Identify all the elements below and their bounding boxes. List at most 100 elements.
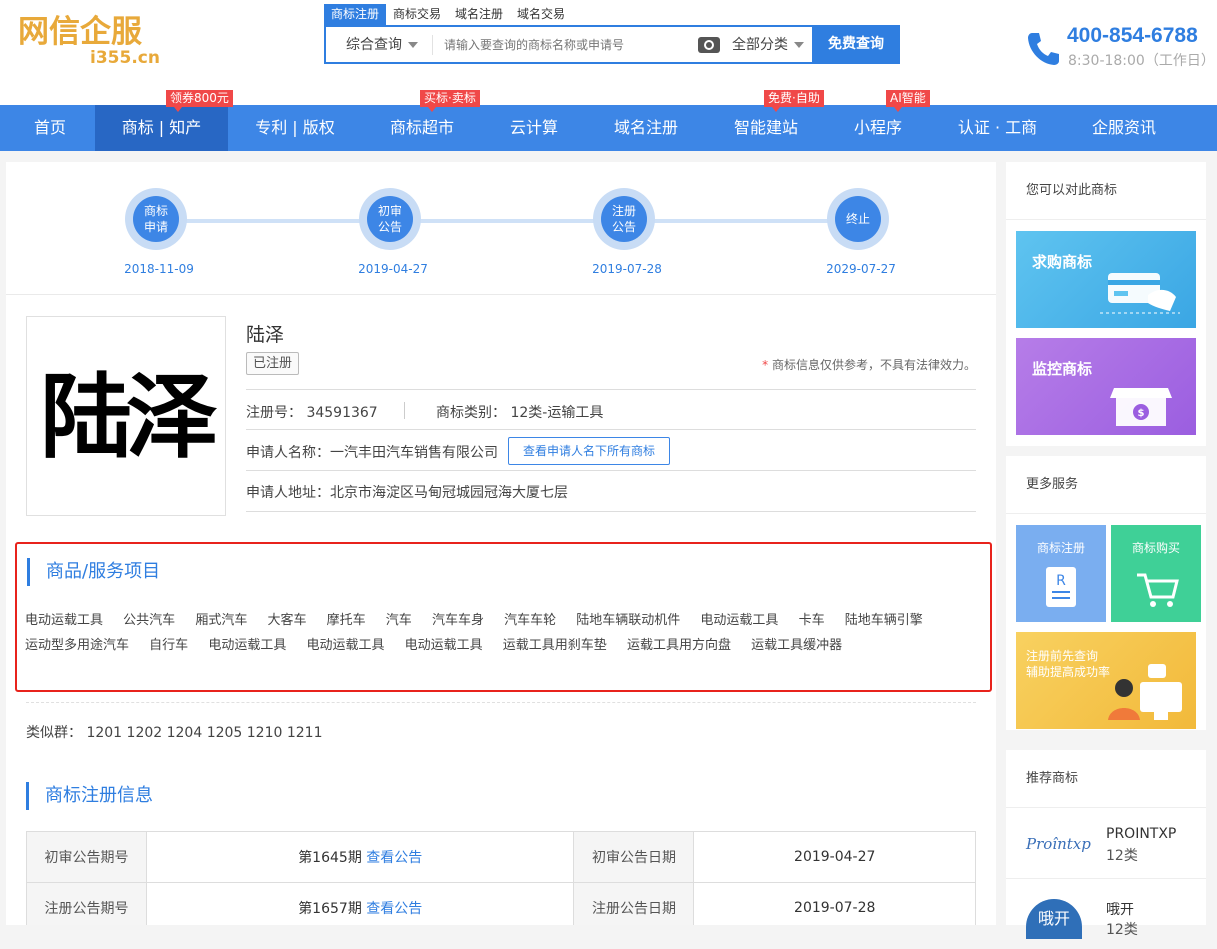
badge-free: 免费·自助 [764, 90, 824, 112]
query-first-banner[interactable]: 注册前先查询 辅助提高成功率 [1016, 632, 1196, 729]
goods-item: 汽车车身 [431, 613, 484, 628]
card-payment-icon [1100, 273, 1180, 314]
similar-groups: 类似群： 1201 1202 1204 1205 1210 1211 [26, 725, 323, 741]
search-input[interactable] [444, 33, 689, 57]
trademark-name: 陆泽 [246, 324, 285, 346]
hotline-hours: 8:30-18:00（工作日） [1068, 53, 1215, 69]
nav-trademark[interactable]: 商标 | 知产 [95, 105, 228, 151]
nav-news[interactable]: 企服资讯 [1074, 105, 1174, 151]
timeline-step-expire: 终止 [827, 188, 889, 250]
card-label: 求购商标 [1032, 253, 1093, 271]
sidebar-title: 推荐商标 [1006, 750, 1206, 808]
timeline-date: 2029-07-27 [826, 262, 896, 276]
sidebar-recommended: 推荐商标 Proîntxp PROINTXP 12类 哦开 哦开 12类 [1006, 750, 1206, 939]
chevron-down-icon [794, 42, 804, 48]
trademark-register-card[interactable]: 商标注册 R [1016, 525, 1106, 622]
tab-trademark-trade[interactable]: 商标交易 [386, 4, 448, 25]
shop-icon: $ [1110, 388, 1172, 426]
goods-item: 厢式汽车 [195, 613, 248, 628]
trademark-image: 陆泽 [26, 316, 226, 516]
timeline-line [156, 219, 866, 223]
applicant-name: 申请人名称：一汽丰田汽车销售有限公司 [246, 445, 498, 461]
phone-icon [1028, 33, 1059, 65]
status-timeline: 商标 申请 初审 公告 注册 公告 终止 2018-11-09 2019-04-27 … [6, 162, 996, 295]
divider [432, 35, 433, 55]
recommended-class: 12类 [1106, 848, 1138, 864]
sidebar-title: 更多服务 [1006, 456, 1206, 514]
goods-item: 汽车车轮 [504, 613, 557, 628]
timeline-step-apply: 商标 申请 [125, 188, 187, 250]
category-select[interactable]: 全部分类 [732, 27, 804, 62]
nav-home[interactable]: 首页 [14, 105, 86, 151]
trademark-buy-card[interactable]: 商标购买 [1111, 525, 1201, 622]
disclaimer: * 商标信息仅供参考，不具有法律效力。 [762, 358, 976, 372]
section-title: 商标注册信息 [26, 782, 153, 810]
status-badge: 已注册 [246, 352, 300, 375]
buy-trademark-card[interactable]: 求购商标 [1016, 231, 1196, 328]
goods-item: 陆地车辆引擎 [844, 613, 923, 628]
table-row: 注册公告期号 第1657期 查看公告 注册公告日期 2019-07-28 [26, 882, 976, 925]
logo-sub-text: i355.cn [90, 48, 160, 68]
goods-item: 运载工具用刹车垫 [502, 638, 607, 653]
nav-patent[interactable]: 专利 | 版权 [240, 105, 350, 151]
view-applicant-trademarks-button[interactable]: 查看申请人名下所有商标 [508, 437, 671, 465]
recommended-class: 12类 [1106, 922, 1138, 938]
search-box: 综合查询 全部分类 免费查询 [324, 25, 900, 64]
support-agent-icon [1108, 664, 1182, 720]
search-type-value: 综合查询 [346, 37, 402, 53]
nav-certification[interactable]: 认证 · 工商 [940, 105, 1055, 151]
goods-item: 运动型多用途汽车 [25, 638, 130, 653]
table-cell: 2019-07-28 [693, 882, 976, 925]
table-cell: 2019-04-27 [693, 831, 976, 883]
registration-table: 初审公告期号 第1645期 查看公告 初审公告日期 2019-04-27 注册公… [26, 831, 976, 925]
badge-coupon: 领券800元 [166, 90, 233, 112]
search-tabs: 商标注册 商标交易 域名注册 域名交易 [324, 4, 572, 25]
goods-item: 运载工具用方向盘 [626, 638, 731, 653]
divider [246, 511, 976, 512]
tab-domain-trade[interactable]: 域名交易 [510, 4, 572, 25]
site-logo[interactable]: 网信企服 i355.cn [18, 6, 168, 68]
camera-icon[interactable] [698, 37, 720, 53]
view-notice-link[interactable]: 查看公告 [366, 901, 422, 917]
table-header-cell: 注册公告日期 [573, 882, 695, 925]
banner-line: 辅助提高成功率 [1026, 665, 1111, 679]
nav-cloud[interactable]: 云计算 [494, 105, 574, 151]
nav-trademark-market[interactable]: 商标超市 [372, 105, 472, 151]
document-icon: R [1046, 567, 1076, 607]
goods-item: 电动运载工具 [306, 638, 385, 653]
table-cell: 第1657期 查看公告 [145, 882, 575, 925]
banner-line: 注册前先查询 [1026, 649, 1099, 663]
goods-item: 电动运载工具 [700, 613, 779, 628]
registration-number: 注册号： 34591367 [246, 405, 378, 421]
section-title: 商品/服务项目 [27, 558, 160, 586]
nav-website[interactable]: 智能建站 [716, 105, 816, 151]
trademark-detail: 商标 申请 初审 公告 注册 公告 终止 2018-11-09 2019-04-27 … [6, 162, 996, 925]
recommended-name: 哦开 [1106, 902, 1134, 918]
divider [246, 429, 976, 430]
applicant-address: 申请人地址：北京市海淀区马甸冠城园冠海大厦七层 [246, 485, 568, 501]
table-header-cell: 注册公告期号 [26, 882, 147, 925]
logo-main-text: 网信企服 [18, 14, 142, 50]
card-label: 商标注册 [1036, 541, 1085, 555]
recommended-trademark[interactable]: 哦开 哦开 12类 [1006, 879, 1206, 949]
recommended-trademark[interactable]: Proîntxp PROINTXP 12类 [1006, 809, 1206, 879]
timeline-step-prelim: 初审 公告 [359, 188, 421, 250]
card-label: 商标购买 [1131, 541, 1180, 555]
nav-domain[interactable]: 域名注册 [596, 105, 696, 151]
view-notice-link[interactable]: 查看公告 [366, 850, 422, 866]
nav-miniprogram[interactable]: 小程序 [838, 105, 918, 151]
monitor-trademark-card[interactable]: 监控商标 $ [1016, 338, 1196, 435]
tab-trademark-register[interactable]: 商标注册 [324, 4, 387, 25]
tab-domain-register[interactable]: 域名注册 [448, 4, 510, 25]
goods-list: 电动运载工具 公共汽车 厢式汽车 大客车 摩托车 汽车 汽车车身 汽车车轮 陆地… [25, 608, 965, 658]
table-header-cell: 初审公告日期 [573, 831, 695, 883]
cart-icon [1137, 573, 1179, 607]
search-button[interactable]: 免费查询 [812, 25, 900, 64]
goods-item: 陆地车辆联动机件 [576, 613, 681, 628]
search-type-select[interactable]: 综合查询 [346, 27, 418, 62]
divider [246, 470, 976, 471]
trademark-class: 商标类别： 12类-运输工具 [436, 405, 604, 421]
sidebar-title: 您可以对此商标 [1006, 162, 1206, 220]
card-label: 监控商标 [1032, 360, 1093, 378]
goods-item: 卡车 [798, 613, 825, 628]
